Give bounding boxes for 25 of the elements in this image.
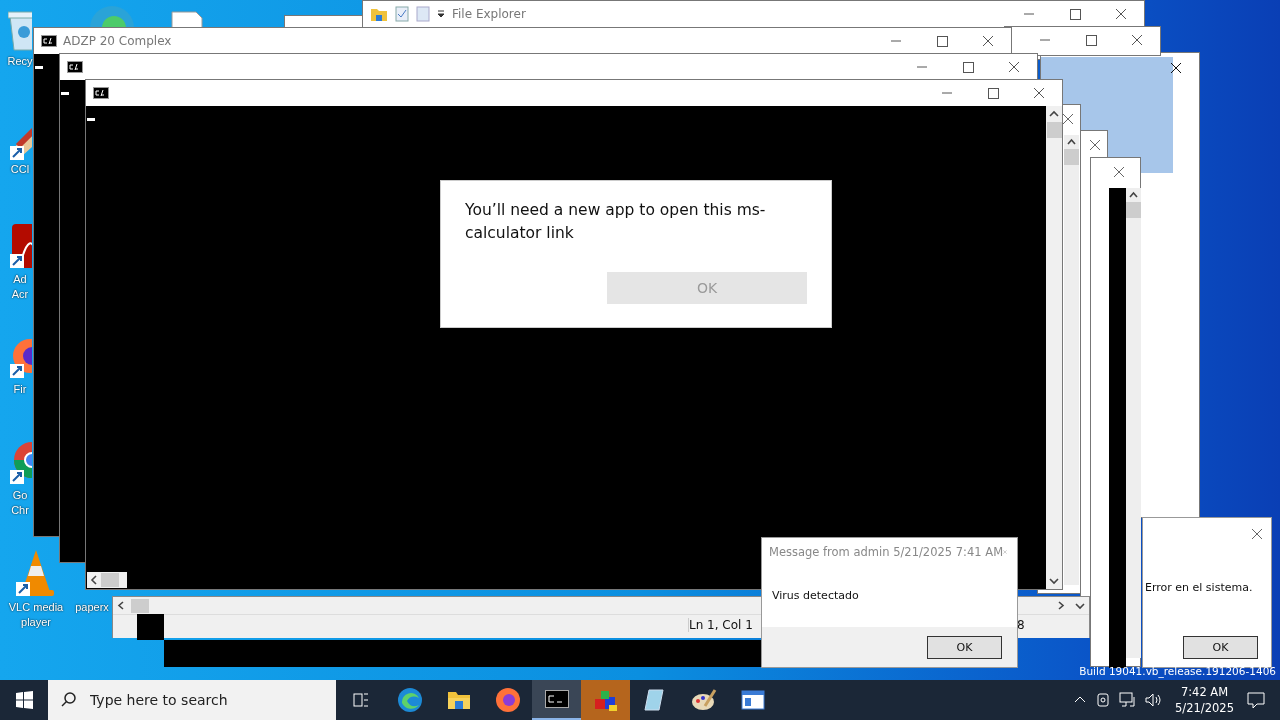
search-field[interactable]: Type here to search — [90, 682, 330, 718]
icon-label: CCl — [10, 162, 30, 177]
icon-label: paperx — [75, 600, 109, 615]
clock-date[interactable]: 5/21/2025 — [1175, 700, 1234, 716]
ok-button[interactable]: OK — [927, 635, 1002, 659]
dialog-message: You’ll need a new app to open this ms-calculator link — [465, 200, 767, 244]
window-title: File Explorer — [452, 7, 526, 21]
search-box[interactable]: Type here to search — [48, 680, 336, 720]
ok-button[interactable]: OK — [1183, 636, 1258, 659]
icon-label: VLC media — [8, 600, 64, 615]
icon-label: Recy — [7, 54, 33, 69]
icon-label: Chr — [11, 503, 29, 518]
message-text: Virus detectado — [772, 589, 859, 602]
icon-label: Go — [12, 488, 28, 503]
build-info: Build 19041.vb_release.191206-1406 — [1079, 665, 1276, 677]
icon-label: Acr — [11, 287, 29, 302]
icon-label: Fir — [13, 382, 27, 397]
icon-label: player — [21, 615, 51, 630]
message-text: Error en el sistema. — [1145, 581, 1253, 594]
window-title: Message from admin 5/21/2025 7:41 AM — [769, 545, 1004, 559]
window-title: ADZP 20 Complex — [63, 34, 172, 48]
clock-time[interactable]: 7:42 AM — [1180, 684, 1229, 700]
icon-label: Ad — [13, 272, 27, 287]
status-text: 8 — [1017, 618, 1025, 632]
cursor-position: Ln 1, Col 1 — [688, 618, 753, 632]
